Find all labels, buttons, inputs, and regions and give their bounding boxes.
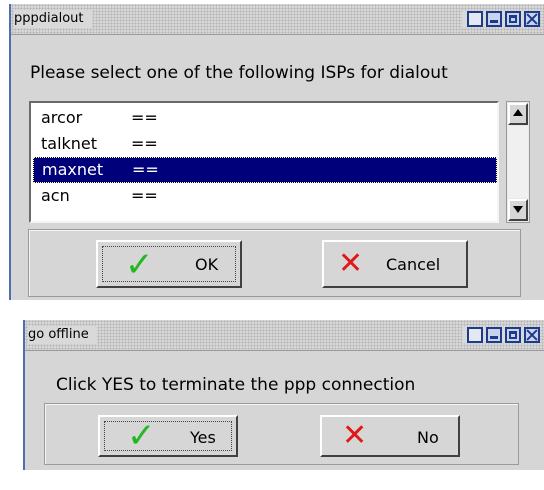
minimize-button[interactable] — [486, 327, 502, 343]
isp-name: arcor — [41, 108, 83, 127]
window-title: pppdialout — [14, 10, 92, 28]
isp-listbox[interactable]: arcor == talknet == maxnet == acn == — [29, 101, 499, 223]
isp-name: acn — [41, 186, 70, 205]
shade-button[interactable] — [467, 11, 483, 27]
yes-button-label: Yes — [190, 428, 216, 447]
maximize-button[interactable] — [505, 327, 521, 343]
isp-separator: == — [131, 134, 158, 153]
check-icon: ✓ — [127, 416, 156, 456]
cross-icon: ✕ — [342, 418, 368, 453]
ok-button-label: OK — [195, 255, 219, 274]
isp-name: maxnet — [42, 160, 104, 179]
check-icon: ✓ — [125, 245, 154, 285]
isp-name: talknet — [41, 134, 98, 153]
isp-separator: == — [132, 160, 159, 179]
list-item-acn[interactable]: acn == — [33, 183, 497, 209]
cancel-button-label: Cancel — [386, 255, 441, 274]
ok-button[interactable]: ✓ OK — [96, 240, 242, 288]
cross-icon: ✕ — [338, 246, 364, 281]
no-button-label: No — [417, 428, 439, 447]
isp-separator: == — [131, 186, 158, 205]
minimize-button[interactable] — [486, 11, 502, 27]
list-item-talknet[interactable]: talknet == — [33, 131, 497, 157]
down-arrow-icon — [513, 206, 523, 213]
close-button[interactable] — [524, 327, 540, 343]
window-title: go offline — [28, 326, 97, 344]
no-button[interactable]: ✕ No — [320, 415, 460, 457]
titlebar-buttons — [462, 327, 540, 343]
close-button[interactable] — [524, 11, 540, 27]
list-item-arcor[interactable]: arcor == — [33, 105, 497, 131]
maximize-button[interactable] — [505, 11, 521, 27]
pppdialout-titlebar[interactable]: pppdialout — [11, 4, 544, 35]
shade-button[interactable] — [467, 327, 483, 343]
go-offline-titlebar[interactable]: go offline — [25, 320, 544, 351]
scroll-down-button[interactable] — [508, 199, 528, 221]
dialout-prompt: Please select one of the following ISPs … — [30, 63, 448, 83]
offline-prompt: Click YES to terminate the ppp connectio… — [56, 375, 416, 395]
scroll-up-button[interactable] — [508, 103, 528, 125]
isp-separator: == — [131, 108, 158, 127]
scroll-track[interactable] — [508, 126, 528, 198]
cancel-button[interactable]: ✕ Cancel — [322, 240, 468, 288]
yes-button[interactable]: ✓ Yes — [98, 415, 238, 457]
up-arrow-icon — [513, 109, 523, 116]
titlebar-buttons — [462, 11, 540, 27]
isp-list-scrollbar[interactable] — [506, 101, 530, 223]
list-item-maxnet[interactable]: maxnet == — [33, 157, 497, 183]
